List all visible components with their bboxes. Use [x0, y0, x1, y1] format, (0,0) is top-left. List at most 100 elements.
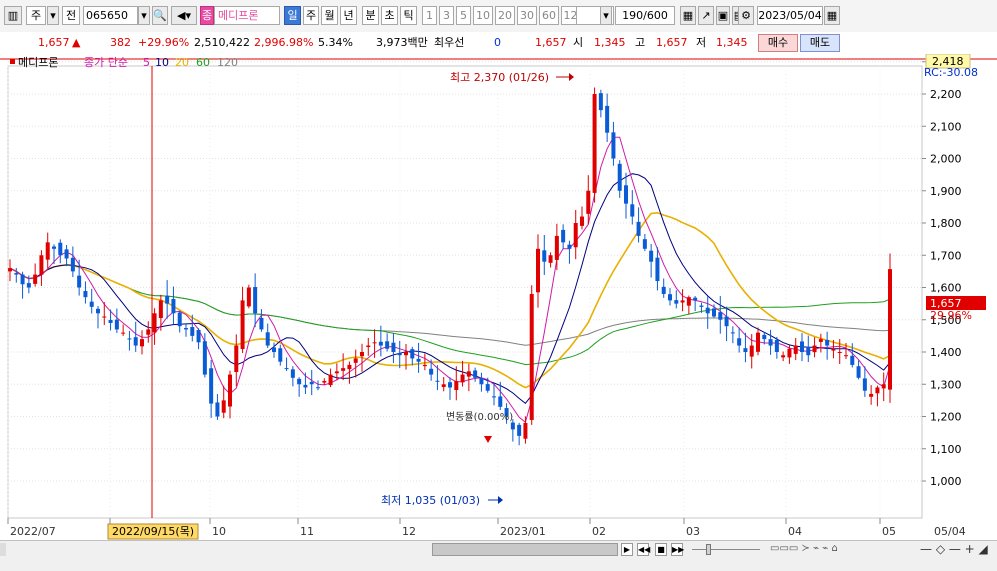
candle-body[interactable] — [680, 300, 685, 303]
speaker-icon[interactable]: ◀▾ — [171, 6, 197, 25]
candle-body[interactable] — [158, 300, 163, 319]
tab-day[interactable]: 일 — [284, 6, 301, 25]
candle-body[interactable] — [818, 339, 823, 342]
candle-body[interactable] — [221, 400, 226, 413]
tab-year[interactable]: 년 — [340, 6, 357, 25]
candle-body[interactable] — [165, 295, 170, 304]
candle-body[interactable] — [290, 369, 295, 378]
tab-month[interactable]: 월 — [321, 6, 338, 25]
candle-body[interactable] — [806, 346, 811, 356]
candle-body[interactable] — [743, 348, 748, 352]
candle-body[interactable] — [416, 358, 421, 362]
tab-minute[interactable]: 분 — [362, 6, 379, 25]
candle-body[interactable] — [177, 312, 182, 327]
candle-body[interactable] — [378, 341, 383, 346]
candle-body[interactable] — [347, 364, 352, 370]
candle-body[interactable] — [259, 317, 264, 330]
candle-body[interactable] — [265, 332, 270, 346]
prev-button[interactable]: 전 — [62, 6, 80, 25]
candle-body[interactable] — [800, 341, 804, 352]
candle-body[interactable] — [718, 312, 723, 320]
candle-body[interactable] — [498, 396, 503, 407]
candle-body[interactable] — [831, 348, 836, 351]
candle-body[interactable] — [228, 374, 232, 407]
candle-body[interactable] — [353, 358, 358, 363]
candle-body[interactable] — [114, 319, 119, 330]
period-select[interactable]: 주 — [26, 6, 46, 25]
candle-body[interactable] — [768, 339, 773, 346]
num-60[interactable]: 60 — [539, 6, 559, 25]
candle-body[interactable] — [862, 378, 867, 391]
candle-body[interactable] — [272, 347, 276, 352]
candle-body[interactable] — [605, 105, 610, 133]
candle-body[interactable] — [655, 257, 660, 282]
candle-body[interactable] — [152, 313, 157, 333]
date-input[interactable]: 2023/05/04 — [757, 6, 823, 25]
candle-body[interactable] — [322, 381, 327, 383]
candle-body[interactable] — [611, 132, 616, 159]
tab-tick[interactable]: 틱 — [400, 6, 417, 25]
candlestick-chart[interactable]: 1,0001,1001,2001,3001,4001,5001,6001,700… — [0, 53, 997, 540]
num-20[interactable]: 20 — [495, 6, 515, 25]
candle-body[interactable] — [441, 384, 446, 388]
candle-body[interactable] — [630, 204, 635, 217]
candle-body[interactable] — [781, 355, 786, 358]
candle-body[interactable] — [45, 242, 50, 260]
candle-body[interactable] — [209, 368, 214, 404]
candle-body[interactable] — [573, 223, 578, 248]
candle-body[interactable] — [253, 287, 258, 314]
candle-body[interactable] — [385, 341, 390, 349]
num-10[interactable]: 10 — [473, 6, 493, 25]
candle-body[interactable] — [246, 287, 251, 307]
candle-body[interactable] — [89, 301, 94, 307]
candle-body[interactable] — [529, 293, 534, 420]
candle-body[interactable] — [787, 348, 792, 358]
candle-body[interactable] — [825, 339, 830, 346]
candle-body[interactable] — [391, 342, 396, 352]
candle-body[interactable] — [328, 374, 333, 386]
candle-body[interactable] — [762, 334, 767, 340]
candle-body[interactable] — [404, 352, 408, 356]
candle-body[interactable] — [397, 353, 402, 356]
candle-body[interactable] — [83, 290, 88, 298]
candle-body[interactable] — [523, 422, 528, 439]
candle-body[interactable] — [793, 345, 798, 354]
candle-body[interactable] — [121, 332, 126, 334]
zoom-slider-handle[interactable] — [706, 544, 711, 555]
candle-body[interactable] — [140, 339, 144, 347]
candle-body[interactable] — [705, 307, 710, 314]
candle-body[interactable] — [171, 298, 176, 314]
num-5[interactable]: 5 — [456, 6, 471, 25]
candle-body[interactable] — [196, 329, 201, 343]
candle-body[interactable] — [133, 337, 138, 346]
candle-body[interactable] — [184, 328, 188, 330]
candle-body[interactable] — [341, 368, 346, 371]
tab-second[interactable]: 초 — [381, 6, 398, 25]
save-icon[interactable]: ▣ — [716, 6, 730, 25]
candle-body[interactable] — [422, 364, 427, 367]
candle-body[interactable] — [33, 274, 38, 284]
grid-icon[interactable]: ▦ — [680, 6, 696, 25]
candle-body[interactable] — [875, 387, 880, 394]
candle-body[interactable] — [309, 381, 314, 385]
candle-body[interactable] — [316, 387, 320, 389]
candle-body[interactable] — [64, 249, 69, 259]
candle-body[interactable] — [77, 275, 82, 288]
candle-body[interactable] — [554, 235, 559, 260]
candle-body[interactable] — [567, 244, 572, 249]
candle-body[interactable] — [215, 402, 220, 417]
candle-body[interactable] — [712, 308, 716, 317]
candle-body[interactable] — [52, 246, 56, 249]
candle-body[interactable] — [485, 384, 490, 391]
fast-forward-icon[interactable]: ▶▶ — [671, 543, 684, 556]
candle-body[interactable] — [70, 257, 75, 272]
candle-body[interactable] — [26, 283, 31, 288]
candle-body[interactable] — [466, 371, 471, 377]
candle-body[interactable] — [837, 352, 842, 353]
chevron-down-icon[interactable]: ▾ — [47, 6, 59, 25]
line-tool-icon[interactable]: ↗ — [698, 6, 714, 25]
gear-icon[interactable]: ⚙ — [738, 6, 754, 25]
candle-body[interactable] — [517, 424, 522, 436]
num-3[interactable]: 3 — [439, 6, 454, 25]
candle-body[interactable] — [592, 94, 597, 193]
